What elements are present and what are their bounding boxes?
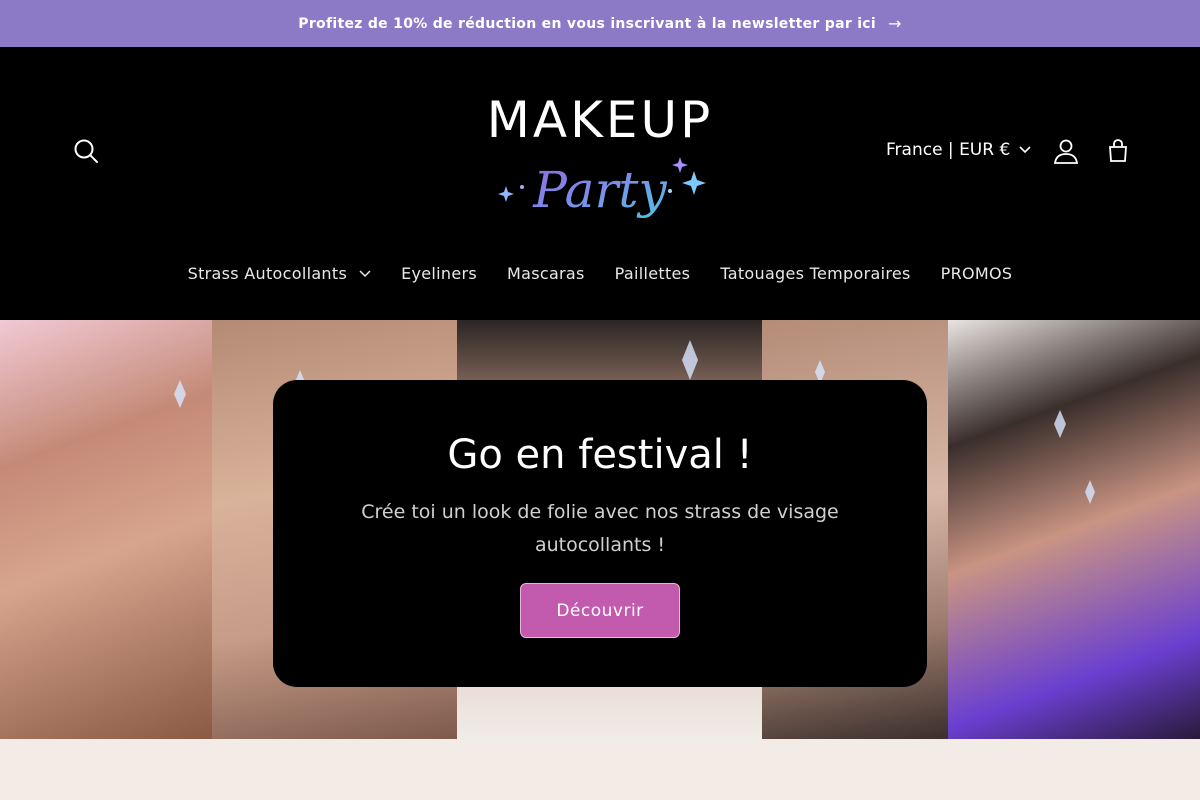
nav-item-paillettes[interactable]: Paillettes bbox=[615, 264, 691, 283]
nav-item-label: PROMOS bbox=[940, 264, 1013, 283]
country-currency-selector[interactable]: France | EUR € bbox=[886, 140, 1032, 160]
nav-item-label: Paillettes bbox=[614, 264, 691, 283]
cart-icon[interactable] bbox=[1104, 137, 1132, 165]
chevron-down-icon bbox=[359, 269, 371, 277]
announcement-bar[interactable]: Profitez de 10% de réduction en vous ins… bbox=[0, 0, 1200, 47]
svg-text:Party: Party bbox=[532, 161, 667, 219]
nav-item-promos[interactable]: PROMOS bbox=[941, 264, 1013, 283]
next-section bbox=[0, 739, 1200, 800]
locale-label: France | EUR € bbox=[886, 140, 1011, 160]
search-icon[interactable] bbox=[72, 137, 100, 165]
nav-item-tatouages-temporaires[interactable]: Tatouages Temporaires bbox=[720, 264, 910, 283]
account-icon[interactable] bbox=[1052, 137, 1080, 165]
nav-item-label: Tatouages Temporaires bbox=[720, 264, 911, 283]
main-nav: Strass Autocollants Eyeliners Mascaras P… bbox=[0, 264, 1200, 283]
hero-title: Go en festival ! bbox=[447, 432, 753, 478]
announcement-text: Profitez de 10% de réduction en vous ins… bbox=[298, 15, 876, 32]
nav-item-mascaras[interactable]: Mascaras bbox=[507, 264, 585, 283]
arrow-right-icon: → bbox=[888, 14, 902, 33]
logo-script: Party bbox=[498, 157, 706, 219]
hero-card: Go en festival ! Crée toi un look de fol… bbox=[273, 380, 927, 687]
site-header: MAKEUP Party France | EUR € Strass Autoc… bbox=[0, 47, 1200, 320]
nav-item-label: Strass Autocollants bbox=[187, 264, 348, 283]
nav-item-eyeliners[interactable]: Eyeliners bbox=[401, 264, 477, 283]
nav-item-label: Mascaras bbox=[507, 264, 585, 283]
nav-item-strass-autocollants[interactable]: Strass Autocollants bbox=[188, 264, 371, 283]
logo[interactable]: MAKEUP Party bbox=[470, 91, 730, 221]
discover-button[interactable]: Découvrir bbox=[520, 583, 680, 638]
hero-subtitle: Crée toi un look de folie avec nos stras… bbox=[361, 501, 839, 556]
nav-item-label: Eyeliners bbox=[401, 264, 477, 283]
chevron-down-icon bbox=[1019, 146, 1031, 154]
